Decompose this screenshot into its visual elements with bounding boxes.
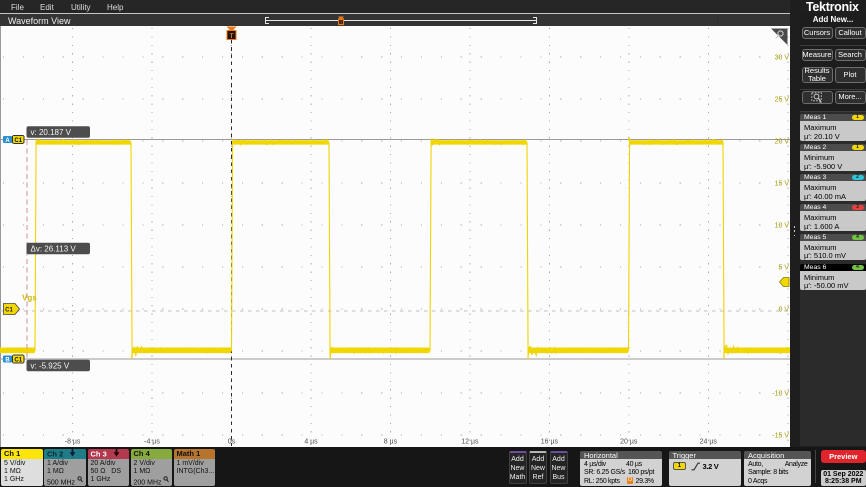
svg-text:Δv: 26.113 V: Δv: 26.113 V (31, 244, 77, 253)
svg-text:v: 20.187 V: v: 20.187 V (31, 128, 72, 137)
svg-text:30 V: 30 V (775, 55, 790, 62)
svg-text:Vgs: Vgs (22, 294, 37, 303)
svg-text:24 µs: 24 µs (700, 439, 718, 446)
svg-text:0s: 0s (228, 439, 236, 446)
svg-text:15 V: 15 V (775, 181, 790, 188)
svg-text:-4 µs: -4 µs (144, 439, 160, 446)
svg-text:C1: C1 (5, 308, 13, 314)
svg-text:-15 V: -15 V (772, 433, 789, 440)
svg-text:0 V: 0 V (778, 307, 789, 314)
svg-text:C1: C1 (14, 138, 22, 144)
svg-text:16 µs: 16 µs (541, 439, 559, 446)
svg-text:-10 V: -10 V (772, 391, 789, 398)
svg-text:12 µs: 12 µs (461, 439, 479, 446)
svg-text:C1: C1 (14, 358, 22, 364)
svg-text:4 µs: 4 µs (304, 439, 318, 446)
svg-text:T: T (230, 33, 234, 40)
svg-text:25 V: 25 V (775, 97, 790, 104)
svg-text:v: -5.925 V: v: -5.925 V (31, 361, 70, 370)
svg-text:10 V: 10 V (775, 223, 790, 230)
svg-text:20 V: 20 V (775, 139, 790, 146)
svg-text:T: T (339, 20, 342, 26)
svg-text:-8 µs: -8 µs (65, 439, 81, 446)
svg-text:B: B (5, 357, 10, 363)
svg-text:20 µs: 20 µs (620, 439, 638, 446)
svg-text:8 µs: 8 µs (384, 439, 398, 446)
svg-text:A: A (5, 138, 10, 144)
svg-text:5 V: 5 V (778, 265, 789, 272)
